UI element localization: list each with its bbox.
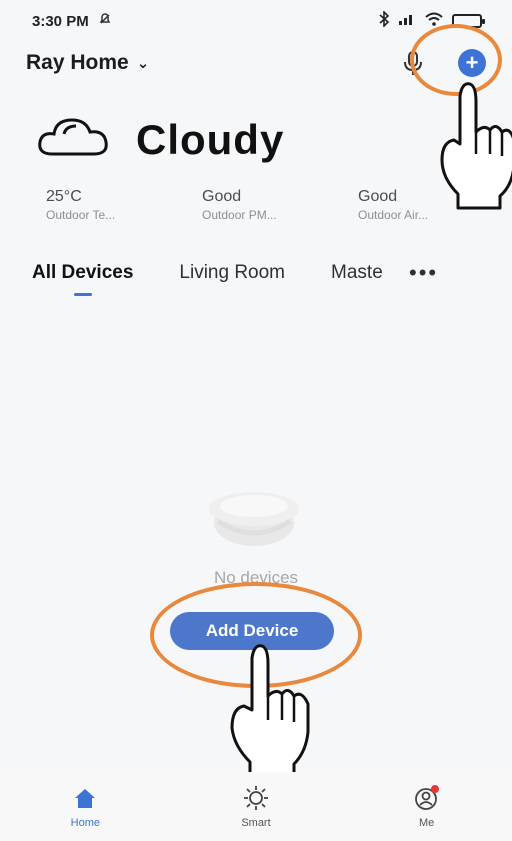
metric-outdoor-air[interactable]: Good Outdoor Air... [358, 188, 462, 222]
tab-all-devices[interactable]: All Devices [32, 262, 133, 284]
add-button-plus-icon[interactable]: + [458, 49, 486, 77]
bottom-navigation: Home Smart Me [0, 772, 512, 841]
status-left: 3:30 PM [32, 11, 113, 31]
nav-home[interactable]: Home [35, 784, 135, 829]
metric-outdoor-pm[interactable]: Good Outdoor PM... [202, 188, 306, 222]
metric-value: 25°C [46, 188, 82, 205]
home-icon [71, 784, 99, 812]
wifi-icon [424, 12, 444, 30]
bluetooth-icon [378, 10, 390, 31]
room-tabs: All Devices Living Room Maste ••• [32, 260, 482, 286]
tab-living-room[interactable]: Living Room [179, 262, 285, 284]
weather-condition: Cloudy [136, 115, 285, 163]
nav-label: Smart [241, 817, 271, 829]
home-name: Ray Home [26, 51, 129, 74]
battery-icon [452, 14, 485, 28]
more-icon[interactable]: ••• [409, 260, 438, 286]
weather-metrics: 25°C Outdoor Te... Good Outdoor PM... Go… [46, 188, 462, 222]
header-actions: + [402, 49, 486, 77]
nav-me[interactable]: Me [377, 784, 477, 829]
weather-summary: Cloudy [34, 112, 284, 167]
metric-outdoor-temperature[interactable]: 25°C Outdoor Te... [46, 188, 150, 222]
metric-label: Outdoor Te... [46, 208, 116, 222]
metric-label: Outdoor PM... [202, 208, 277, 222]
status-right [378, 10, 485, 31]
empty-state-text: No devices [213, 568, 299, 587]
user-icon [413, 784, 441, 812]
status-bar: 3:30 PM [0, 0, 512, 42]
empty-devices-illustration [184, 455, 324, 560]
nav-label: Me [419, 817, 435, 829]
nav-label: Home [70, 817, 100, 829]
home-switcher[interactable]: Ray Home ⌄ [26, 51, 149, 75]
metric-value: Good [202, 188, 242, 205]
signal-icon [398, 12, 416, 30]
tab-master[interactable]: Maste [331, 262, 399, 284]
metric-label: Outdoor Air... [358, 208, 429, 222]
microphone-icon[interactable] [402, 50, 424, 76]
pointing-hand-icon [230, 644, 310, 778]
chevron-down-icon: ⌄ [136, 55, 150, 72]
app-header: Ray Home ⌄ + [0, 42, 512, 84]
add-device-button[interactable]: Add Device [170, 612, 334, 650]
sun-icon [242, 784, 270, 812]
nav-smart[interactable]: Smart [206, 784, 306, 829]
status-time: 3:30 PM [32, 12, 89, 30]
cloud-icon [34, 112, 114, 167]
alarm-off-icon [97, 11, 113, 31]
metric-value: Good [358, 188, 398, 205]
